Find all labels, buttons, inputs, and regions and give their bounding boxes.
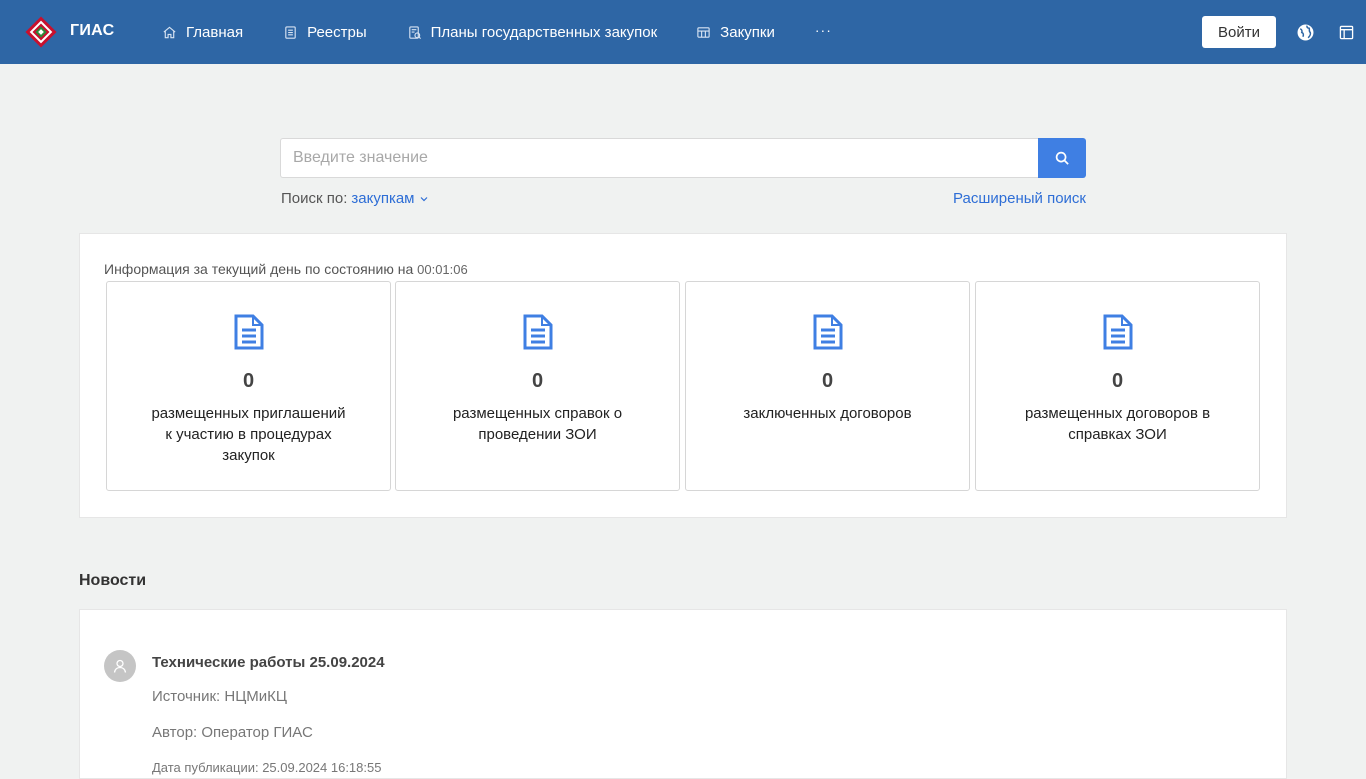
chevron-down-icon (420, 196, 427, 201)
stat-count: 0 (242, 370, 255, 392)
globe-icon[interactable] (1297, 24, 1314, 41)
news-item-source: Источник: НЦМиКЦ (152, 688, 288, 705)
nav-label: Реестры (307, 23, 367, 41)
brand-name[interactable]: ГИАС (70, 22, 114, 40)
layout-panel-icon[interactable] (1339, 25, 1354, 40)
news-item-title[interactable]: Технические работы 25.09.2024 (152, 654, 385, 671)
procurement-icon (697, 26, 710, 38)
search-input[interactable] (280, 138, 1038, 178)
stat-card-zoi-certificates[interactable]: 0 размещенных справок о проведении ЗОИ (395, 281, 680, 491)
home-icon (163, 26, 176, 38)
search-scope-value: закупкам (351, 190, 415, 207)
news-heading: Новости (79, 572, 147, 589)
stat-card-contracts[interactable]: 0 заключенных договоров (685, 281, 970, 491)
nav-label: Планы государственных закупок (430, 23, 658, 41)
nav-item-procurements[interactable]: Закупки (696, 0, 775, 64)
nav-more-button[interactable]: ··· (815, 22, 832, 42)
stat-label: заключенных договоров (743, 405, 912, 422)
avatar (104, 650, 136, 682)
document-icon (813, 314, 842, 350)
document-icon (523, 314, 552, 350)
stat-card-zoi-contracts[interactable]: 0 размещенных договоров в справках ЗОИ (975, 281, 1260, 491)
stat-count: 0 (531, 370, 544, 392)
search-scope-dropdown[interactable]: закупкам (351, 190, 428, 207)
top-navbar: ГИАС Главная Реестры Планы государственн… (0, 0, 1366, 64)
main-nav: Главная Реестры Планы государственных за… (162, 0, 832, 64)
stat-label: размещенных приглашений к участию в проц… (151, 405, 346, 464)
search-bar (280, 138, 1086, 178)
plan-icon (408, 25, 421, 39)
search-icon (1055, 151, 1069, 165)
daily-info-time: 00:01:06 (417, 262, 468, 277)
document-icon (1103, 314, 1132, 350)
stat-count: 0 (1111, 370, 1124, 392)
search-scope-label: Поиск по: (281, 190, 348, 207)
gias-logo[interactable] (25, 16, 57, 48)
stat-card-invitations[interactable]: 0 размещенных приглашений к участию в пр… (106, 281, 391, 491)
stat-label: размещенных справок о проведении ЗОИ (452, 405, 623, 443)
daily-info-title: Информация за текущий день по состоянию … (104, 261, 468, 277)
stat-label: размещенных договоров в справках ЗОИ (1024, 405, 1211, 443)
registry-icon (285, 25, 296, 39)
nav-label: Главная (186, 23, 244, 41)
news-item-author: Автор: Оператор ГИАС (152, 724, 313, 741)
nav-item-procurement-plans[interactable]: Планы государственных закупок (407, 0, 658, 64)
search-scope: Поиск по: закупкам (281, 190, 429, 207)
stat-count: 0 (821, 370, 834, 392)
nav-label: Закупки (720, 23, 775, 41)
nav-item-home[interactable]: Главная (162, 0, 243, 64)
document-icon (234, 314, 263, 350)
advanced-search-link[interactable]: Расширеный поиск (953, 190, 1086, 207)
daily-info-title-text: Информация за текущий день по состоянию … (104, 261, 414, 277)
user-icon (113, 659, 127, 673)
search-button[interactable] (1038, 138, 1086, 178)
nav-item-registries[interactable]: Реестры (283, 0, 367, 64)
login-button[interactable]: Войти (1202, 16, 1276, 48)
